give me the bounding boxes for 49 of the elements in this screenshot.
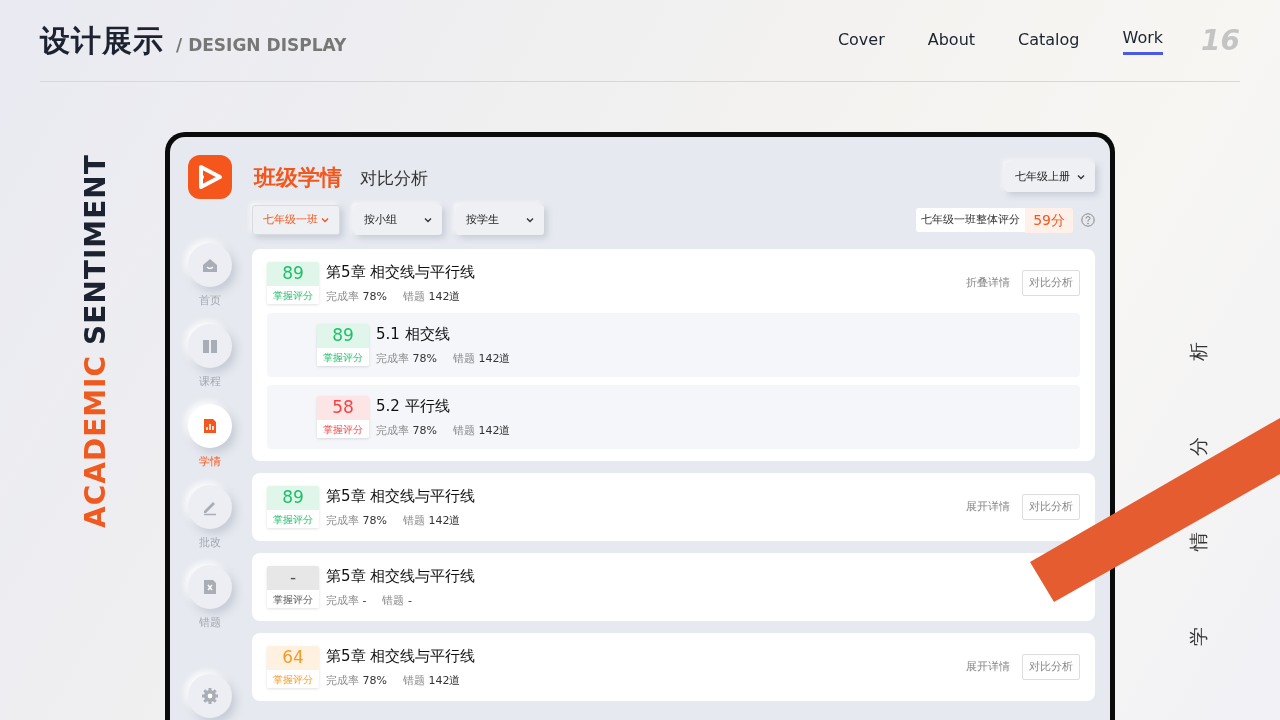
chapter-title: 第5章 相交线与平行线 xyxy=(326,262,476,283)
completion-rate: 完成率 78% xyxy=(326,672,387,689)
vertical-caption: 学情分析 xyxy=(1186,266,1210,646)
compare-button[interactable]: 对比分析 xyxy=(1022,493,1080,521)
overall-score-label: 七年级一班整体评分 xyxy=(916,207,1026,233)
completion-rate: 完成率 78% xyxy=(376,350,437,367)
help-icon[interactable] xyxy=(1081,213,1095,227)
filter-dropdown[interactable]: 七年级一班 xyxy=(252,205,340,235)
side-title-accent: ACADEMIC xyxy=(79,354,112,528)
nav-link[interactable]: Cover xyxy=(837,27,885,54)
page-title: 设计展示 xyxy=(40,22,164,60)
sidebar-item[interactable] xyxy=(188,674,232,718)
error-count: 错题 142道 xyxy=(402,512,461,529)
chevron-down-icon xyxy=(424,217,432,223)
chapter-title: 第5章 相交线与平行线 xyxy=(326,486,476,507)
nav-link[interactable]: Work xyxy=(1122,26,1164,55)
toggle-details-link[interactable]: 展开详情 xyxy=(962,498,1014,516)
filter-dropdown[interactable]: 按学生 xyxy=(456,205,544,235)
compare-button[interactable]: 对比分析 xyxy=(1022,653,1080,681)
section-title: 5.1 相交线 xyxy=(376,324,451,345)
nav-link[interactable]: About xyxy=(927,27,976,54)
toggle-details-link[interactable]: 展开详情 xyxy=(962,658,1014,676)
completion-rate: 完成率 - xyxy=(326,592,367,609)
term-dropdown[interactable]: 七年级上册 xyxy=(1005,162,1095,192)
chapter-title: 第5章 相交线与平行线 xyxy=(326,646,476,667)
settings-icon xyxy=(200,686,220,706)
app-logo-icon xyxy=(188,155,232,199)
completion-rate: 完成率 78% xyxy=(326,512,387,529)
error-count: 错题 - xyxy=(382,592,412,609)
filter-dropdown[interactable]: 按小组 xyxy=(354,205,442,235)
completion-rate: 完成率 78% xyxy=(326,288,387,305)
section-title: 5.2 平行线 xyxy=(376,396,451,417)
chevron-down-icon xyxy=(321,217,329,223)
completion-rate: 完成率 78% xyxy=(376,422,437,439)
overall-score-value: 59分 xyxy=(1025,207,1073,233)
app-subtitle: 对比分析 xyxy=(360,167,428,191)
toggle-details-link[interactable]: 折叠详情 xyxy=(962,274,1014,292)
error-count: 错题 142道 xyxy=(402,672,461,689)
page-subtitle: / DESIGN DISPLAY xyxy=(176,33,347,57)
chevron-down-icon xyxy=(1077,174,1085,180)
error-count: 错题 142道 xyxy=(452,350,511,367)
nav-link[interactable]: Catalog xyxy=(1018,27,1080,54)
compare-button[interactable]: 对比分析 xyxy=(1022,269,1080,297)
chapter-title: 第5章 相交线与平行线 xyxy=(326,566,476,587)
error-count: 错题 142道 xyxy=(402,288,461,305)
side-title: SENTIMENT xyxy=(79,154,112,345)
chevron-down-icon xyxy=(526,217,534,223)
error-count: 错题 142道 xyxy=(452,422,511,439)
app-title: 班级学情 xyxy=(254,163,342,192)
